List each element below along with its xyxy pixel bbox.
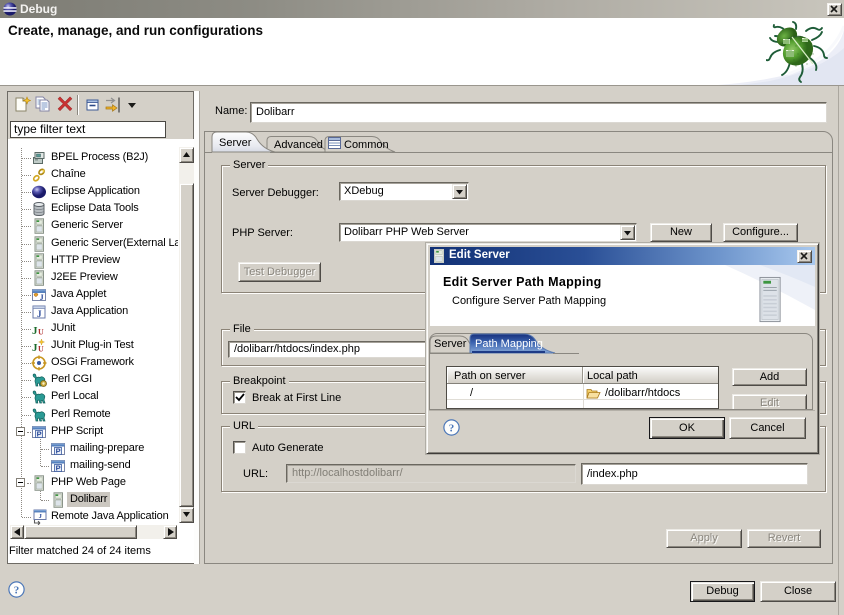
svg-text:U: U (38, 345, 44, 354)
svg-text:U: U (38, 328, 44, 337)
svg-text:P: P (37, 430, 42, 439)
svg-text:?: ? (449, 423, 455, 435)
svg-text:J: J (37, 309, 42, 319)
svg-text:J: J (40, 293, 44, 302)
svg-text:P: P (56, 447, 61, 456)
svg-text:?: ? (14, 585, 20, 597)
svg-text:P: P (56, 464, 61, 473)
